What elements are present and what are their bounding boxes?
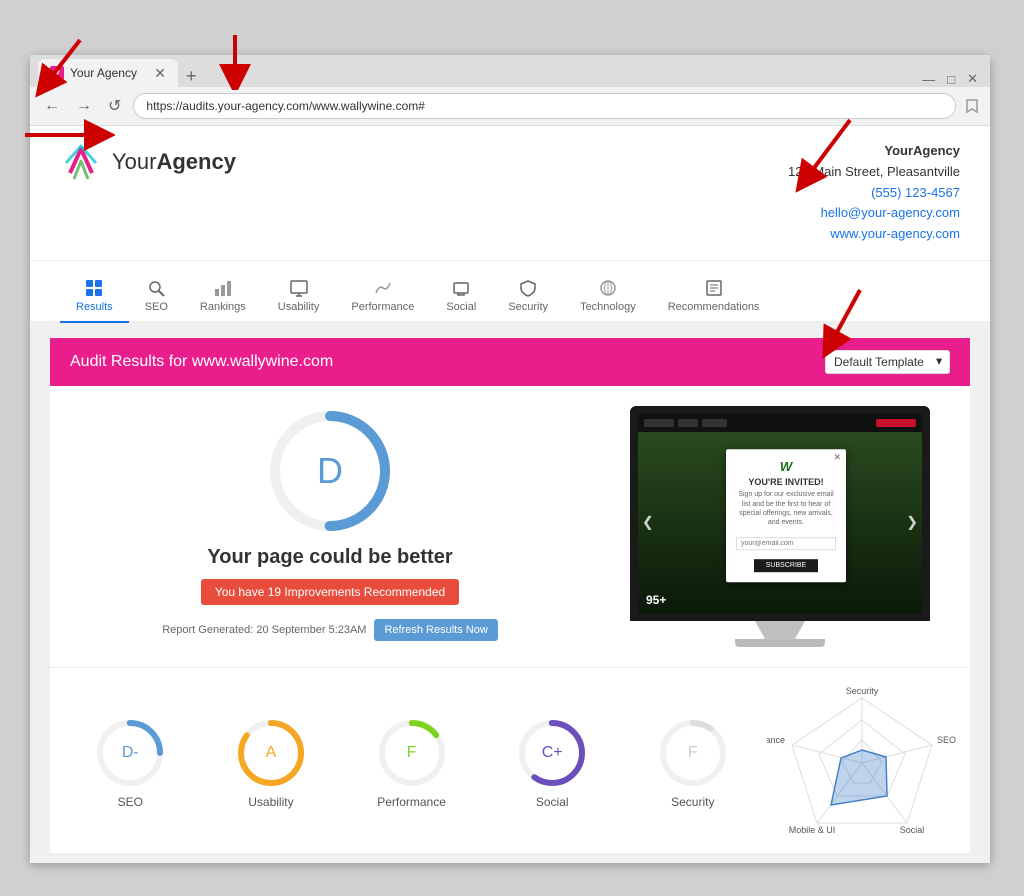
improvements-badge: You have 19 Improvements Recommended: [201, 579, 459, 605]
tab-security[interactable]: Security: [492, 271, 564, 323]
audit-title: Audit Results for www.wallywine.com: [70, 353, 333, 371]
usability-circle: A: [235, 717, 307, 789]
performance-icon: [374, 279, 392, 297]
audit-left-panel: D Your page could be better You have 19 …: [70, 406, 590, 647]
spider-chart-svg: Security SEO Social Mobile & UI Performa…: [767, 683, 957, 843]
svg-text:Performance: Performance: [767, 735, 785, 745]
security-grade: F: [688, 744, 698, 762]
tab-seo-label: SEO: [145, 301, 168, 313]
performance-label: Performance: [377, 795, 446, 809]
tab-performance[interactable]: Performance: [335, 271, 430, 323]
score-item-seo: D- SEO: [60, 717, 201, 809]
recommendations-icon: [705, 279, 723, 297]
social-grade: C+: [542, 744, 563, 762]
tab-seo[interactable]: SEO: [129, 271, 184, 323]
contact-website: www.your-agency.com: [788, 224, 960, 245]
slider-left-arrow-icon: ❮: [642, 514, 654, 531]
logo-bold: Agency: [156, 149, 235, 174]
usability-icon: [290, 279, 308, 297]
popup-subscribe-btn[interactable]: SUBSCRIBE: [754, 559, 818, 572]
monitor-base: [735, 639, 825, 647]
tab-recommendations[interactable]: Recommendations: [652, 271, 776, 323]
red-arrow-3: [15, 110, 115, 160]
score-item-performance: F Performance: [341, 717, 482, 809]
popup-modal: ✕ W YOU'RE INVITED! Sign up for our excl…: [726, 450, 846, 582]
tab-technology-label: Technology: [580, 301, 636, 313]
monitor-stand: [755, 621, 805, 639]
score-item-social: C+ Social: [482, 717, 623, 809]
score-item-usability: A Usability: [201, 717, 342, 809]
popup-logo: W: [736, 460, 836, 475]
tab-results[interactable]: Results: [60, 271, 129, 323]
monitor-screen: ❮ ❯ 95+ ✕: [630, 406, 930, 621]
logo-text: YourAgency: [112, 149, 236, 175]
results-icon: [85, 279, 103, 297]
security-circle: F: [657, 717, 729, 789]
tab-bar: Y Your Agency ✕ + — □ ✕: [30, 55, 990, 87]
tab-social[interactable]: Social: [430, 271, 492, 323]
seo-label: SEO: [118, 795, 143, 809]
audit-body: D Your page could be better You have 19 …: [50, 386, 970, 667]
tab-results-label: Results: [76, 301, 113, 313]
grade-circle-container: D: [265, 406, 395, 536]
red-arrow-1: [15, 30, 95, 110]
performance-circle: F: [376, 717, 448, 789]
popup-body-text: Sign up for our exclusive email list and…: [736, 491, 836, 527]
tab-usability-label: Usability: [278, 301, 320, 313]
maximize-btn[interactable]: □: [947, 72, 955, 87]
rankings-icon: [214, 279, 232, 297]
refresh-results-btn[interactable]: Refresh Results Now: [374, 619, 497, 641]
tab-social-label: Social: [446, 301, 476, 313]
red-arrow-2: [195, 30, 275, 90]
spider-chart-container: Security SEO Social Mobile & UI Performa…: [763, 683, 960, 843]
bookmark-icon: [964, 98, 980, 114]
security-icon: [519, 279, 537, 297]
score-item-security: F Security: [623, 717, 764, 809]
usability-label: Usability: [248, 795, 293, 809]
social-label: Social: [536, 795, 569, 809]
usability-grade: A: [266, 744, 277, 762]
security-label: Security: [671, 795, 714, 809]
tab-close-btn[interactable]: ✕: [154, 65, 166, 82]
page-content: YourAgency YourAgency 123 Main Street, P…: [30, 126, 990, 863]
seo-circle: D-: [94, 717, 166, 789]
popup-title: YOU'RE INVITED!: [736, 478, 836, 488]
monitor-bottom-text: 95+: [646, 593, 666, 607]
audit-right-panel: ❮ ❯ 95+ ✕: [610, 406, 950, 647]
red-arrow-5: [800, 280, 880, 360]
main-content: Audit Results for www.wallywine.com Defa…: [30, 323, 990, 863]
social-circle: C+: [516, 717, 588, 789]
tab-usability[interactable]: Usability: [262, 271, 336, 323]
svg-text:SEO: SEO: [937, 735, 956, 745]
tab-security-label: Security: [508, 301, 548, 313]
red-arrow-4: [770, 110, 870, 210]
seo-icon: [147, 279, 165, 297]
grade-letter: D: [317, 450, 343, 492]
tab-performance-label: Performance: [351, 301, 414, 313]
slider-right-arrow-icon: ❯: [906, 514, 918, 531]
svg-text:Social: Social: [899, 825, 924, 835]
logo-thin: Your: [112, 149, 156, 174]
tab-recommendations-label: Recommendations: [668, 301, 760, 313]
tab-technology[interactable]: Technology: [564, 271, 652, 323]
performance-grade: F: [407, 744, 417, 762]
svg-text:Security: Security: [845, 686, 878, 696]
report-generated-text: Report Generated: 20 September 5:23AM: [162, 624, 366, 636]
seo-grade: D-: [122, 744, 139, 762]
popup-email-input[interactable]: [736, 537, 836, 550]
technology-icon: [599, 279, 617, 297]
monitor-wrapper: ❮ ❯ 95+ ✕: [610, 406, 950, 647]
tab-rankings[interactable]: Rankings: [184, 271, 262, 323]
tab-rankings-label: Rankings: [200, 301, 246, 313]
popup-close-icon: ✕: [833, 453, 841, 464]
social-icon: [452, 279, 470, 297]
audit-tagline: Your page could be better: [207, 546, 452, 569]
svg-text:Mobile & UI: Mobile & UI: [788, 825, 835, 835]
close-btn[interactable]: ✕: [967, 71, 978, 87]
minimize-btn[interactable]: —: [922, 72, 935, 87]
scores-section: D- SEO A Usability: [50, 667, 970, 853]
report-info-row: Report Generated: 20 September 5:23AM Re…: [162, 619, 498, 641]
